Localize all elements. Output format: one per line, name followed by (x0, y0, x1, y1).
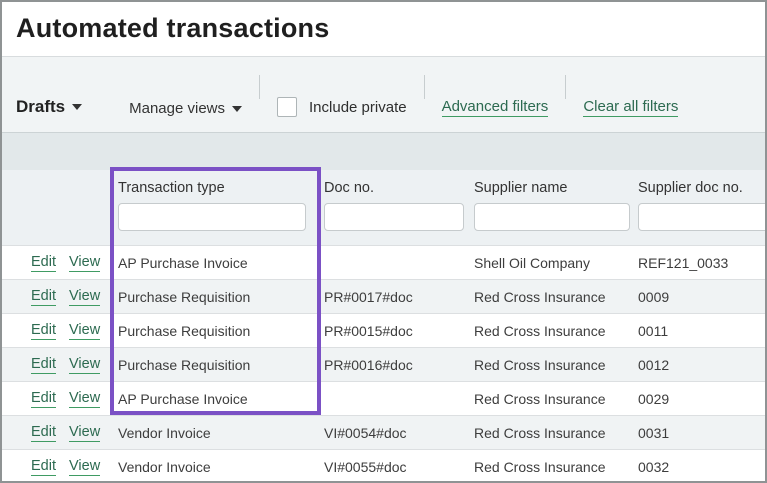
cell-transaction-type: Purchase Requisition (118, 288, 251, 305)
title-bar: Automated transactions (2, 2, 765, 57)
cell-doc-no: VI#0054#doc (324, 424, 407, 441)
include-private-label: Include private (309, 98, 407, 116)
cell-transaction-type: Purchase Requisition (118, 322, 251, 339)
edit-link[interactable]: Edit (31, 356, 56, 374)
toolbar: Drafts Manage views Include private Adva… (2, 57, 765, 132)
table-row: Edit View AP Purchase Invoice Red Cross … (2, 381, 765, 415)
view-link[interactable]: View (69, 356, 101, 374)
table-row: Edit View Purchase Requisition PR#0015#d… (2, 313, 765, 347)
cell-supplier-doc-no: 0009 (638, 288, 670, 305)
table-row: Edit View Vendor Invoice VI#0054#doc Red… (2, 415, 765, 449)
edit-link[interactable]: Edit (31, 458, 56, 476)
cell-doc-no: VI#0055#doc (324, 458, 407, 475)
cell-doc-no: PR#0015#doc (324, 322, 413, 339)
cell-transaction-type: AP Purchase Invoice (118, 254, 248, 271)
edit-link[interactable]: Edit (31, 390, 56, 408)
cell-supplier-name: Shell Oil Company (474, 254, 590, 271)
edit-link[interactable]: Edit (31, 288, 56, 306)
column-header-transaction-type: Transaction type (108, 180, 320, 245)
cell-transaction-type: Vendor Invoice (118, 424, 211, 441)
edit-link[interactable]: Edit (31, 254, 56, 272)
cell-transaction-type: AP Purchase Invoice (118, 390, 248, 407)
column-label: Doc no. (324, 180, 374, 196)
chevron-down-icon (232, 105, 243, 112)
column-header-supplier-name: Supplier name (470, 180, 634, 245)
manage-views-dropdown[interactable]: Manage views (129, 100, 243, 117)
table-body: Edit View AP Purchase Invoice Shell Oil … (2, 245, 765, 481)
cell-supplier-doc-no: 0031 (638, 424, 670, 441)
transaction-type-filter-input[interactable] (118, 203, 306, 231)
view-link[interactable]: View (69, 424, 101, 442)
cell-supplier-name: Red Cross Insurance (474, 288, 606, 305)
column-header-supplier-doc-no: Supplier doc no. (634, 180, 765, 245)
view-link[interactable]: View (69, 254, 101, 272)
actions-column-header (2, 180, 108, 245)
supplier-name-filter-input[interactable] (474, 203, 630, 231)
cell-doc-no: PR#0016#doc (324, 356, 413, 373)
view-selector-dropdown[interactable]: Drafts (16, 97, 83, 117)
column-header-doc-no: Doc no. (320, 180, 470, 245)
doc-no-filter-input[interactable] (324, 203, 464, 231)
toolbar-divider (259, 75, 261, 99)
edit-link[interactable]: Edit (31, 322, 56, 340)
cell-supplier-name: Red Cross Insurance (474, 356, 606, 373)
clear-all-filters-link[interactable]: Clear all filters (583, 98, 679, 117)
table-row: Edit View Purchase Requisition PR#0016#d… (2, 347, 765, 381)
table-row: Edit View Purchase Requisition PR#0017#d… (2, 279, 765, 313)
cell-supplier-doc-no: REF121_0033 (638, 254, 729, 271)
cell-doc-no: PR#0017#doc (324, 288, 413, 305)
cell-supplier-doc-no: 0032 (638, 458, 670, 475)
cell-supplier-doc-no: 0011 (638, 322, 669, 339)
page-title: Automated transactions (16, 13, 330, 43)
column-label: Supplier doc no. (638, 180, 743, 196)
cell-supplier-doc-no: 0012 (638, 356, 670, 373)
table-header-row: Transaction type Doc no. Supplier name S… (2, 170, 765, 245)
table-row: Edit View AP Purchase Invoice Shell Oil … (2, 245, 765, 279)
supplier-doc-no-filter-input[interactable] (638, 203, 765, 231)
column-label: Supplier name (474, 180, 568, 196)
view-selector-label: Drafts (16, 97, 66, 116)
cell-supplier-doc-no: 0029 (638, 390, 670, 407)
include-private-checkbox[interactable] (277, 97, 298, 117)
column-label: Transaction type (118, 180, 225, 196)
view-link[interactable]: View (69, 288, 101, 306)
advanced-filters-link[interactable]: Advanced filters (441, 98, 549, 117)
edit-link[interactable]: Edit (31, 424, 56, 442)
cell-transaction-type: Vendor Invoice (118, 458, 211, 475)
table-row: Edit View Vendor Invoice VI#0055#doc Red… (2, 449, 765, 481)
cell-supplier-name: Red Cross Insurance (474, 458, 606, 475)
view-link[interactable]: View (69, 458, 101, 476)
include-private-control: Include private (277, 97, 407, 117)
automated-transactions-window: Automated transactions Drafts Manage vie… (0, 0, 767, 483)
view-link[interactable]: View (69, 390, 101, 408)
cell-supplier-name: Red Cross Insurance (474, 424, 606, 441)
chevron-down-icon (72, 104, 83, 110)
table-group-band (2, 132, 765, 170)
cell-supplier-name: Red Cross Insurance (474, 322, 606, 339)
manage-views-label: Manage views (129, 100, 226, 117)
toolbar-divider (423, 75, 425, 99)
cell-supplier-name: Red Cross Insurance (474, 390, 606, 407)
cell-transaction-type: Purchase Requisition (118, 356, 251, 373)
view-link[interactable]: View (69, 322, 101, 340)
toolbar-divider (565, 75, 567, 99)
